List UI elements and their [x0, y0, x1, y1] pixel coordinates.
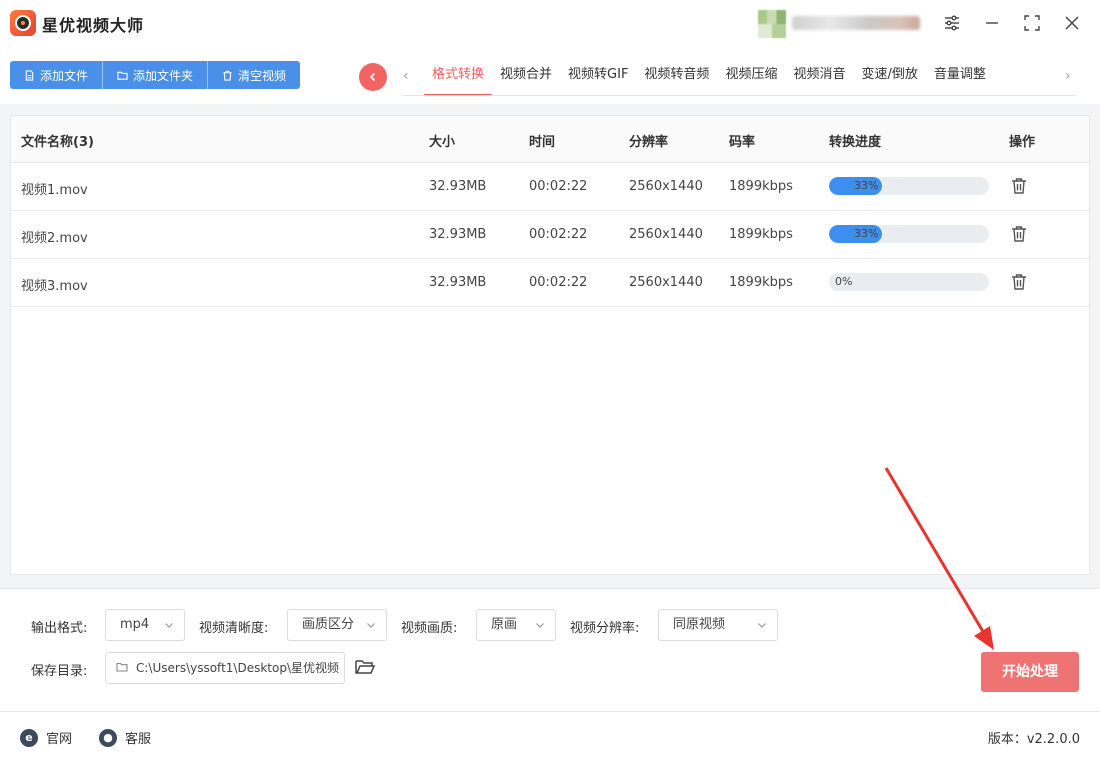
cell-bitrate: 1899kbps [729, 275, 793, 290]
progress-text: 33% [854, 179, 879, 192]
header-time: 时间 [529, 135, 556, 150]
tab-video-compress[interactable]: 视频压缩 [717, 58, 785, 96]
minimize-icon[interactable] [981, 12, 1003, 34]
maximize-icon[interactable] [1021, 12, 1043, 34]
back-button[interactable] [359, 63, 387, 91]
version-text: 版本：v2.2.0.0 [987, 732, 1080, 747]
clear-videos-label: 清空视频 [238, 68, 287, 83]
cell-size: 32.93MB [429, 227, 487, 242]
tab-scroll-left-icon[interactable]: ‹ [403, 68, 409, 84]
output-format-label: 输出格式: [31, 621, 88, 636]
quality-select[interactable]: 原画 [476, 609, 556, 641]
save-dir-path: C:\Users\yssoft1\Desktop\星优视频 [136, 661, 339, 675]
output-format-value: mp4 [120, 617, 150, 632]
feature-tabs: 格式转换 视频合并 视频转GIF 视频转音频 视频压缩 视频消音 变速/倒放 音… [424, 58, 994, 96]
user-avatar[interactable] [758, 10, 786, 38]
header-progress: 转换进度 [829, 135, 882, 150]
table-row[interactable]: 视频2.mov 32.93MB 00:02:22 2560x1440 1899k… [11, 211, 1089, 259]
cell-resolution: 2560x1440 [629, 179, 703, 194]
cell-time: 00:02:22 [529, 227, 588, 242]
resolution-select[interactable]: 同原视频 [658, 609, 778, 641]
table-row[interactable]: 视频3.mov 32.93MB 00:02:22 2560x1440 1899k… [11, 259, 1089, 307]
delete-trash-icon[interactable] [1009, 224, 1029, 244]
cell-file-name: 视频1.mov [21, 183, 88, 198]
header-bitrate: 码率 [729, 135, 756, 150]
progress-bar: 33% [829, 225, 989, 243]
add-folder-label: 添加文件夹 [133, 68, 194, 83]
delete-trash-icon[interactable] [1009, 176, 1029, 196]
folder-icon [117, 70, 128, 81]
cell-bitrate: 1899kbps [729, 179, 793, 194]
quality-label: 视频画质: [401, 621, 458, 636]
red-arrow-annotation [884, 467, 994, 650]
header-action: 操作 [1009, 135, 1036, 150]
tab-video-to-audio[interactable]: 视频转音频 [636, 58, 717, 96]
customer-service-link[interactable]: ● 客服 [99, 728, 151, 747]
footer: e 官网 ● 客服 版本：v2.2.0.0 [0, 711, 1100, 760]
trash-icon [222, 70, 233, 81]
clarity-value: 画质区分 [302, 617, 355, 632]
official-website-link[interactable]: e 官网 [20, 728, 72, 747]
progress-bar: 0% [829, 273, 989, 291]
settings-sliders-icon[interactable] [941, 12, 963, 34]
toolbar-button-group: 添加文件 添加文件夹 清空视频 [10, 61, 301, 89]
add-file-button[interactable]: 添加文件 [10, 61, 104, 89]
user-name-blurred[interactable] [792, 16, 920, 30]
tabs-divider [402, 95, 1076, 96]
cell-resolution: 2560x1440 [629, 275, 703, 290]
chevron-down-icon [367, 623, 375, 628]
file-icon [24, 69, 35, 81]
cell-time: 00:02:22 [529, 179, 588, 194]
chevron-down-icon [758, 623, 766, 628]
progress-bar: 33% [829, 177, 989, 195]
table-row[interactable]: 视频1.mov 32.93MB 00:02:22 2560x1440 1899k… [11, 163, 1089, 211]
close-icon[interactable] [1061, 12, 1083, 34]
app-title: 星优视频大师 [42, 16, 145, 35]
official-website-label: 官网 [46, 732, 73, 747]
header-file-name[interactable]: 文件名称(3) [21, 131, 94, 150]
app-logo-icon [10, 10, 36, 36]
header-resolution: 分辨率 [629, 135, 669, 150]
delete-trash-icon[interactable] [1009, 272, 1029, 292]
clear-videos-button[interactable]: 清空视频 [208, 61, 300, 89]
progress-text: 33% [854, 227, 879, 240]
progress-text: 0% [835, 275, 853, 288]
cell-time: 00:02:22 [529, 275, 588, 290]
cell-file-name: 视频2.mov [21, 231, 88, 246]
folder-icon [116, 662, 128, 672]
cell-bitrate: 1899kbps [729, 227, 793, 242]
tab-video-to-gif[interactable]: 视频转GIF [560, 58, 636, 96]
tab-scroll-right-icon[interactable]: › [1065, 68, 1071, 84]
quality-value: 原画 [491, 617, 518, 632]
table-header: 文件名称(3) 大小 时间 分辨率 码率 转换进度 操作 [11, 116, 1089, 163]
title-bar: 星优视频大师 [0, 0, 1100, 48]
chevron-down-icon [165, 623, 173, 628]
customer-service-label: 客服 [125, 732, 152, 747]
cell-size: 32.93MB [429, 275, 487, 290]
cell-size: 32.93MB [429, 179, 487, 194]
tab-video-mute[interactable]: 视频消音 [785, 58, 853, 96]
open-folder-icon[interactable] [354, 656, 376, 678]
add-file-label: 添加文件 [40, 68, 89, 83]
cell-resolution: 2560x1440 [629, 227, 703, 242]
save-dir-input[interactable]: C:\Users\yssoft1\Desktop\星优视频 [105, 652, 345, 684]
tab-format-convert[interactable]: 格式转换 [424, 58, 493, 96]
save-dir-label: 保存目录: [31, 664, 88, 679]
resolution-label: 视频分辨率: [570, 621, 640, 636]
chevron-down-icon [536, 623, 544, 628]
clarity-select[interactable]: 画质区分 [287, 609, 387, 641]
tab-volume-adjust[interactable]: 音量调整 [926, 58, 994, 96]
output-format-select[interactable]: mp4 [105, 609, 185, 641]
ie-globe-icon: e [20, 728, 38, 747]
add-folder-button[interactable]: 添加文件夹 [103, 61, 209, 89]
tab-speed-reverse[interactable]: 变速/倒放 [853, 58, 925, 96]
cell-file-name: 视频3.mov [21, 279, 88, 294]
clarity-label: 视频清晰度: [199, 621, 269, 636]
header-size: 大小 [429, 135, 456, 150]
chevron-left-icon [369, 72, 376, 82]
resolution-value: 同原视频 [673, 617, 726, 632]
chat-bubble-icon: ● [99, 728, 117, 747]
tab-video-merge[interactable]: 视频合并 [492, 58, 560, 96]
